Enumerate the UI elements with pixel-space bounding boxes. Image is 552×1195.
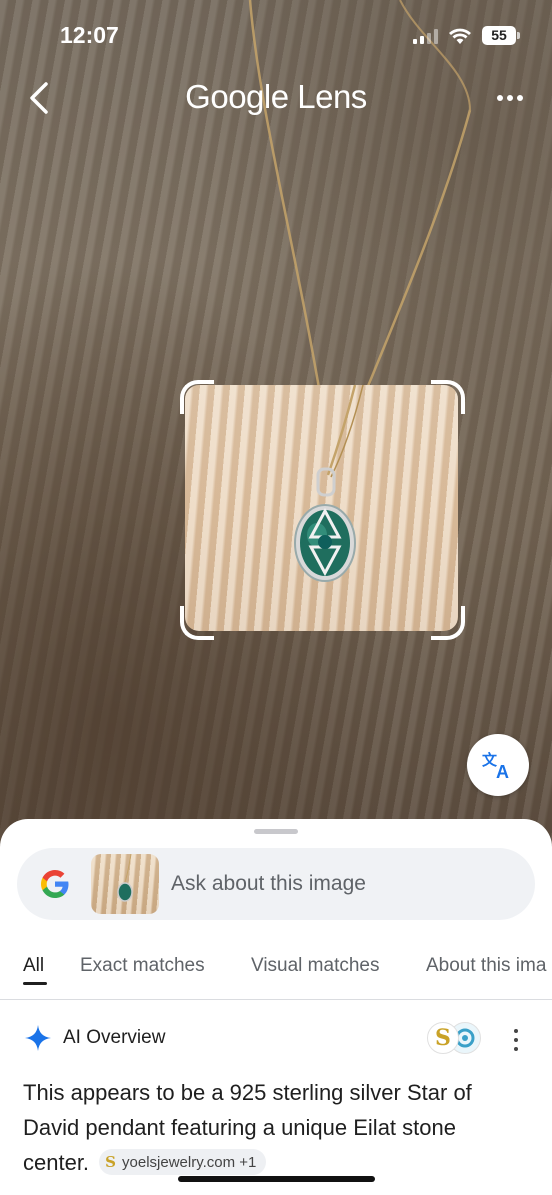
- tab-exact-matches[interactable]: Exact matches: [80, 955, 205, 977]
- pendant-thumbnail: [117, 854, 133, 902]
- sheet-drag-handle[interactable]: [254, 829, 298, 834]
- sparkle-icon: [25, 1025, 51, 1051]
- ai-overview-sources[interactable]: S: [427, 1022, 481, 1054]
- source-chip-label: yoelsjewelry.com +1: [122, 1154, 257, 1172]
- more-vertical-icon[interactable]: [512, 1029, 520, 1051]
- search-placeholder[interactable]: Ask about this image: [171, 872, 366, 896]
- ask-about-image-search-bar[interactable]: Ask about this image: [17, 848, 535, 920]
- pendant-image: [294, 385, 364, 582]
- crop-handle-top-right[interactable]: [431, 380, 465, 414]
- battery-icon: 55: [482, 26, 520, 45]
- translate-icon: 文 A: [482, 751, 509, 780]
- ai-overview-header: AI Overview S: [0, 1019, 552, 1061]
- crop-handle-top-left[interactable]: [180, 380, 214, 414]
- status-time: 12:07: [60, 22, 119, 48]
- results-bottom-sheet[interactable]: Ask about this image All Exact matches V…: [0, 819, 552, 1195]
- tab-about-this-image[interactable]: About this ima: [426, 955, 546, 977]
- ai-overview-text: This appears to be a 925 sterling silver…: [23, 1075, 528, 1180]
- wifi-icon: [449, 28, 471, 44]
- tab-visual-matches[interactable]: Visual matches: [251, 955, 380, 977]
- crop-handle-bottom-left[interactable]: [180, 606, 214, 640]
- source-chip[interactable]: Syoelsjewelry.com +1: [99, 1149, 267, 1176]
- source-logo-icon: S: [427, 1022, 459, 1054]
- translate-button[interactable]: 文 A: [467, 734, 529, 796]
- tab-all[interactable]: All: [23, 955, 44, 977]
- home-indicator[interactable]: [178, 1176, 375, 1182]
- active-tab-indicator: [23, 982, 47, 985]
- ai-overview-title: AI Overview: [63, 1027, 166, 1048]
- more-horizontal-icon[interactable]: [494, 88, 526, 108]
- image-thumbnail[interactable]: [91, 854, 159, 914]
- result-tabs: All Exact matches Visual matches About t…: [0, 951, 552, 1000]
- selected-image-region[interactable]: [185, 385, 458, 631]
- svg-text:A: A: [496, 762, 509, 780]
- status-icons: 55: [413, 26, 520, 45]
- app-title: Google Lens: [185, 78, 367, 115]
- source-logo-icon: S: [105, 1153, 117, 1172]
- cellular-signal-icon: [413, 28, 438, 44]
- google-g-icon: [41, 870, 69, 898]
